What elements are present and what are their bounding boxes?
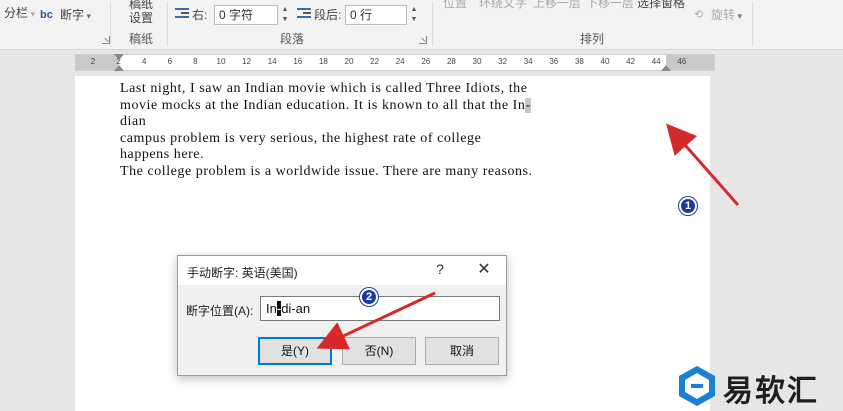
annotation-layer	[316, 123, 740, 350]
watermark-text: 易软汇	[723, 374, 819, 409]
annotation-arrow	[316, 291, 436, 350]
annotation-arrow	[666, 123, 740, 206]
watermark: 易软汇	[675, 362, 843, 411]
step-badge-1: 1	[679, 197, 697, 215]
brand-logo-icon	[679, 366, 715, 406]
step-badge-2: 2	[360, 288, 378, 306]
